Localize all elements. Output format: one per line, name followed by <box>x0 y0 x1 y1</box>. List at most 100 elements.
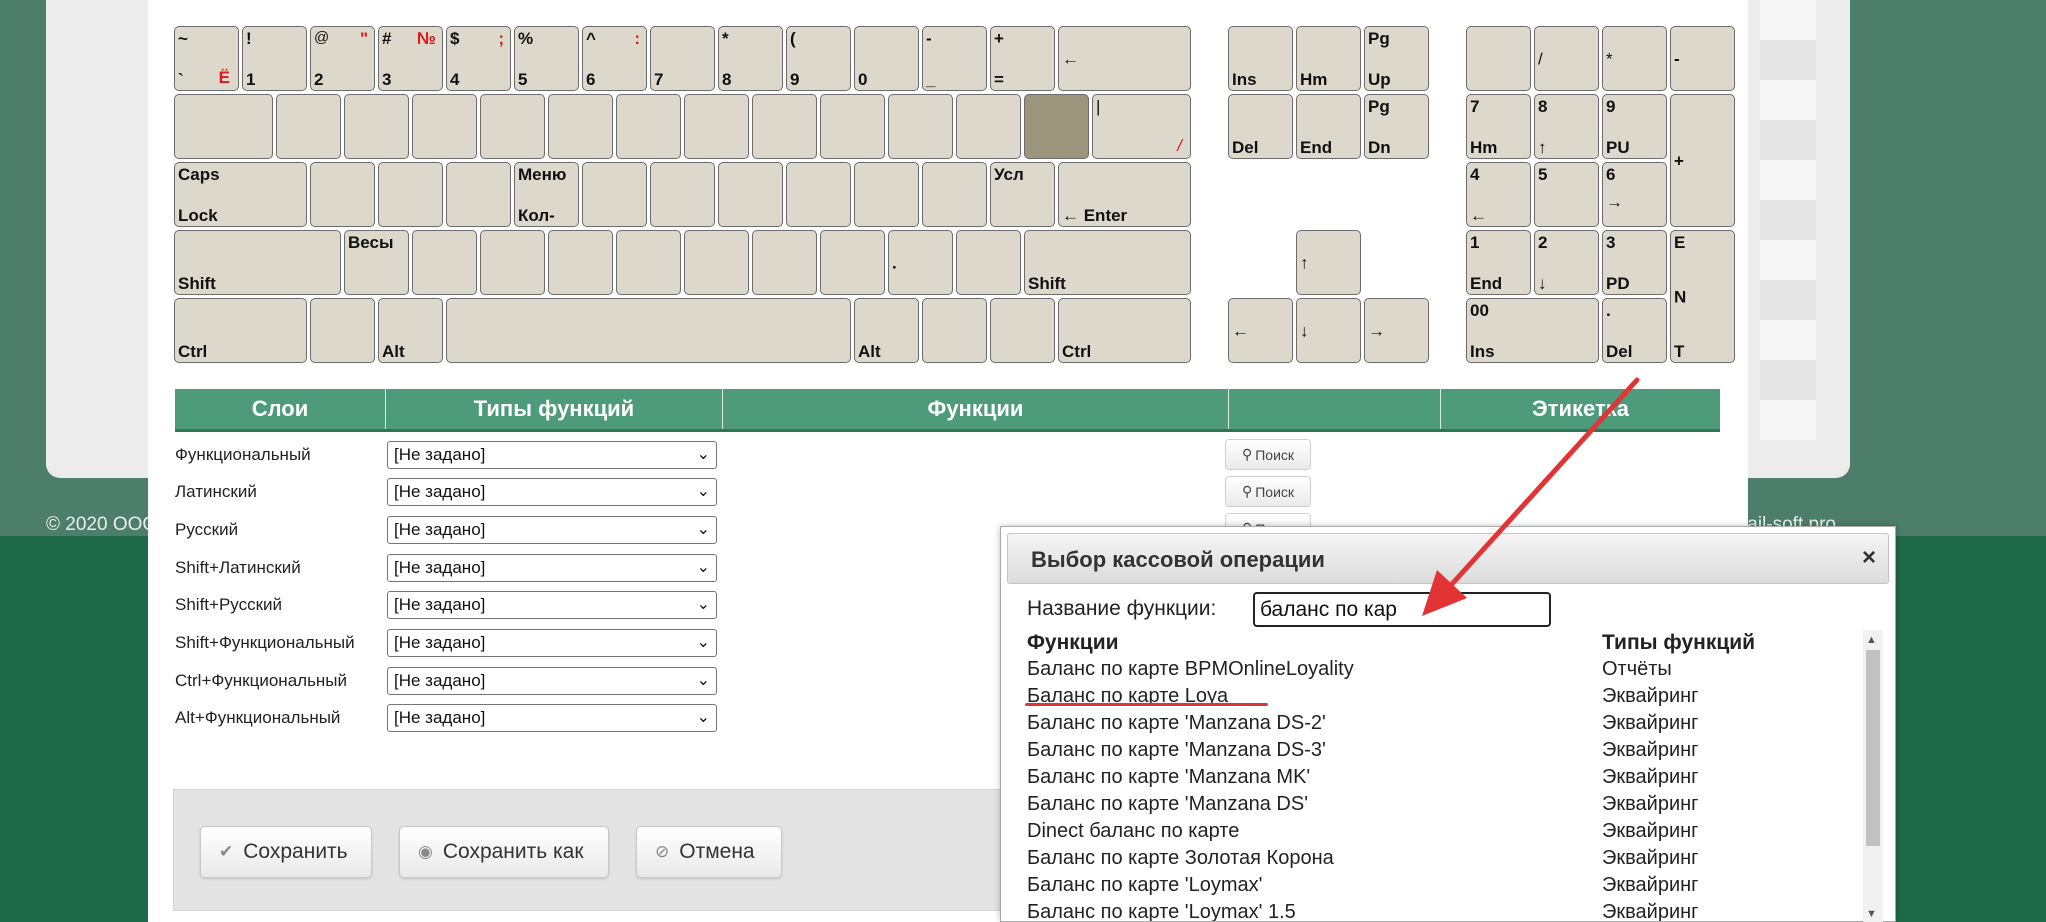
key-j[interactable] <box>718 162 783 227</box>
key-o[interactable] <box>820 94 885 159</box>
function-type-select[interactable]: [Не задано] ⌄ <box>387 478 717 506</box>
function-name-input[interactable] <box>1253 592 1551 627</box>
key-page-down[interactable]: Pg Dn <box>1364 94 1429 159</box>
function-type-select[interactable]: [Не задано] ⌄ <box>387 667 717 695</box>
key-num-lock[interactable] <box>1466 26 1531 91</box>
function-type-select[interactable]: [Не задано] ⌄ <box>387 591 717 619</box>
key-menu[interactable]: Меню Кол- <box>514 162 579 227</box>
key-tab[interactable] <box>174 94 273 159</box>
key-arrow-right[interactable]: → <box>1364 298 1429 363</box>
key-p[interactable] <box>888 94 953 159</box>
key-5[interactable]: % 5 <box>514 26 579 91</box>
list-item-type[interactable]: Эквайринг <box>1602 712 1698 735</box>
key-equals[interactable]: + = <box>990 26 1055 91</box>
key-backslash[interactable]: | / <box>1092 94 1191 159</box>
key-9[interactable]: ( 9 <box>786 26 851 91</box>
key-i[interactable] <box>752 94 817 159</box>
key-y[interactable] <box>616 94 681 159</box>
key-s[interactable] <box>378 162 443 227</box>
list-item-function[interactable]: Баланс по карте 'Loymax' <box>1027 874 1262 897</box>
key-num-1[interactable]: 1 End <box>1466 230 1531 295</box>
function-type-select[interactable]: [Не задано] ⌄ <box>387 629 717 657</box>
key-num-3[interactable]: 3 PD <box>1602 230 1667 295</box>
list-item-type[interactable]: Эквайринг <box>1602 901 1698 921</box>
key-k[interactable] <box>786 162 851 227</box>
key-tilde[interactable]: ~ ` Ё <box>174 26 239 91</box>
list-item-type[interactable]: Эквайринг <box>1602 793 1698 816</box>
key-num-6[interactable]: 6 → <box>1602 162 1667 227</box>
key-arrow-up[interactable]: ↑ <box>1296 230 1361 295</box>
key-num-7[interactable]: 7 Hm <box>1466 94 1531 159</box>
key-alt-right[interactable]: Alt <box>854 298 919 363</box>
key-c[interactable] <box>480 230 545 295</box>
key-w[interactable] <box>344 94 409 159</box>
key-vesy[interactable]: Весы <box>344 230 409 295</box>
list-item-type[interactable]: Эквайринг <box>1602 847 1698 870</box>
key-q[interactable] <box>276 94 341 159</box>
list-item-function[interactable]: Баланс по карте 'Manzana MK' <box>1027 766 1310 789</box>
search-button[interactable]: ⚲Поиск <box>1225 476 1311 507</box>
key-arrow-down[interactable]: ↓ <box>1296 298 1361 363</box>
scroll-down-icon[interactable]: ▼ <box>1866 908 1877 920</box>
key-enter[interactable]: ← Enter <box>1058 162 1191 227</box>
key-m[interactable] <box>752 230 817 295</box>
key-6[interactable]: ^ : 6 <box>582 26 647 91</box>
key-num-dot[interactable]: . Del <box>1602 298 1667 363</box>
key-usl[interactable]: Усл <box>990 162 1055 227</box>
key-7[interactable]: 7 <box>650 26 715 91</box>
key-delete[interactable]: Del <box>1228 94 1293 159</box>
list-item-type[interactable]: Эквайринг <box>1602 874 1698 897</box>
list-item-function[interactable]: Баланс по карте 'Manzana DS' <box>1027 793 1308 816</box>
key-period[interactable]: . <box>888 230 953 295</box>
key-comma[interactable] <box>820 230 885 295</box>
list-scrollbar-thumb[interactable] <box>1866 650 1880 846</box>
key-b[interactable] <box>616 230 681 295</box>
key-u[interactable] <box>684 94 749 159</box>
key-page-up[interactable]: Pg Up <box>1364 26 1429 91</box>
key-a[interactable] <box>310 162 375 227</box>
list-item-function[interactable]: Баланс по карте BPMOnlineLoyality <box>1027 658 1354 681</box>
key-g[interactable] <box>582 162 647 227</box>
list-item-type[interactable]: Эквайринг <box>1602 685 1698 708</box>
cancel-button[interactable]: ⊘ Отмена <box>636 826 782 878</box>
key-bracket-right-selected[interactable] <box>1024 94 1089 159</box>
list-item-function[interactable]: Баланс по карте 'Manzana DS-3' <box>1027 739 1326 762</box>
key-e[interactable] <box>412 94 477 159</box>
key-4[interactable]: $ ; 4 <box>446 26 511 91</box>
key-end[interactable]: End <box>1296 94 1361 159</box>
key-win-right[interactable] <box>922 298 987 363</box>
key-ctrl-right[interactable]: Ctrl <box>1058 298 1191 363</box>
key-8[interactable]: * 8 <box>718 26 783 91</box>
list-item-type[interactable]: Эквайринг <box>1602 739 1698 762</box>
key-d[interactable] <box>446 162 511 227</box>
key-context-menu[interactable] <box>990 298 1055 363</box>
scroll-up-icon[interactable]: ▲ <box>1866 634 1877 646</box>
key-num-2[interactable]: 2 ↓ <box>1534 230 1599 295</box>
list-item-function[interactable]: Баланс по карте Золотая Корона <box>1027 847 1334 870</box>
key-alt-left[interactable]: Alt <box>378 298 443 363</box>
key-t[interactable] <box>548 94 613 159</box>
list-item-type[interactable]: Эквайринг <box>1602 766 1698 789</box>
key-caps-lock[interactable]: Caps Lock <box>174 162 307 227</box>
key-ctrl-left[interactable]: Ctrl <box>174 298 307 363</box>
function-type-select[interactable]: [Не задано] ⌄ <box>387 441 717 469</box>
list-item-function[interactable]: Баланс по карте 'Manzana DS-2' <box>1027 712 1326 735</box>
key-num-8[interactable]: 8 ↑ <box>1534 94 1599 159</box>
key-minus[interactable]: - _ <box>922 26 987 91</box>
key-home[interactable]: Hm <box>1296 26 1361 91</box>
key-win-left[interactable] <box>310 298 375 363</box>
close-icon[interactable]: × <box>1862 544 1876 572</box>
key-num-minus[interactable]: - <box>1670 26 1735 91</box>
key-space[interactable] <box>446 298 851 363</box>
key-shift-right[interactable]: Shift <box>1024 230 1191 295</box>
key-n[interactable] <box>684 230 749 295</box>
save-as-button[interactable]: ◉ Сохранить как <box>399 826 609 878</box>
key-l[interactable] <box>854 162 919 227</box>
key-3[interactable]: # № 3 <box>378 26 443 91</box>
key-semicolon[interactable] <box>922 162 987 227</box>
key-slash[interactable] <box>956 230 1021 295</box>
list-item-type[interactable]: Эквайринг <box>1602 820 1698 843</box>
list-item-function[interactable]: Баланс по карте 'Loymax' 1.5 <box>1027 901 1296 921</box>
key-shift-left[interactable]: Shift <box>174 230 341 295</box>
key-num-4[interactable]: 4 ← <box>1466 162 1531 227</box>
